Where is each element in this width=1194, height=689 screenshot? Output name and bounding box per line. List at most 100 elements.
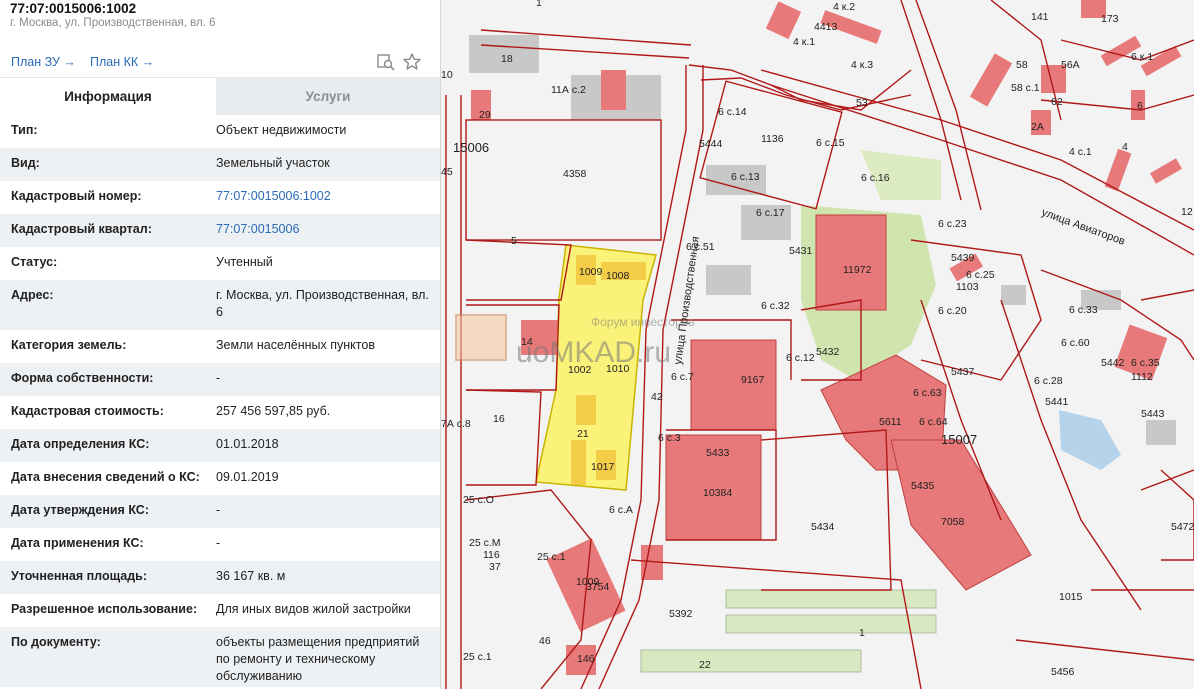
map-label: 5439 [951,252,975,264]
detail-label: Вид: [11,156,40,170]
info-panel: 77:07:0015006:1002 г. Москва, ул. Произв… [0,0,441,689]
map-label: 53 [856,97,868,109]
map-label: 5392 [669,608,693,620]
map-label: 4 к.2 [833,1,855,13]
map-label: 56А [1061,59,1080,71]
map-label: 146 [577,653,595,665]
map-label: 7058 [941,516,965,528]
map-label: 5456 [1051,666,1075,678]
plan-zu-link[interactable]: План ЗУ → [11,55,76,69]
map-label: 6 с.63 [913,387,942,399]
map-label: 6 с.14 [718,106,747,118]
detail-value: 36 167 кв. м [216,569,286,583]
map-label: 29 [479,109,491,121]
detail-label: Дата определения КС: [11,437,150,451]
map-label: 6 с.13 [731,171,760,183]
details-row-kind: Вид: Земельный участок [0,148,440,181]
cadastral-quarter-link[interactable]: 77:07:0015006 [216,214,440,247]
map-label: 5431 [789,245,813,257]
map-label: 10 [441,69,453,81]
map-label: 173 [1101,13,1119,25]
map-label: 2А [1031,121,1044,133]
detail-value: Учтенный [216,255,273,269]
map-label: 5611 [879,416,902,428]
detail-value: 257 456 597,85 руб. [216,404,331,418]
details-row-ownership: Форма собственности: - [0,363,440,396]
plan-kk-link[interactable]: План КК → [90,55,154,69]
quarter-label: 15006 [453,140,489,155]
tab-services[interactable]: Услуги [216,77,440,115]
details-row-cadastral-value: Кадастровая стоимость: 257 456 597,85 ру… [0,396,440,429]
map-label: 5443 [1141,408,1165,420]
map-label: 4413 [814,21,838,33]
map-label: 5472 [1171,521,1194,533]
map-label: 6 с.16 [861,172,890,184]
detail-value: объекты размещения предприятий по ремонт… [216,635,420,683]
star-favorite-icon[interactable] [402,52,422,72]
map-label: 7А с.8 [441,418,471,430]
map-label: 1009 [579,266,603,278]
map-label: 5434 [811,521,835,533]
detail-label: Дата внесения сведений о КС: [11,470,200,484]
map-label: 1 [536,0,542,9]
map-label: 6 с.25 [966,269,995,281]
map-label: 1136 [761,133,784,145]
map-label: 6 с.35 [1131,357,1160,369]
map-label: 6 с.3 [658,432,681,444]
watermark-logo-icon [455,314,507,361]
detail-value: Объект недвижимости [216,123,347,137]
cadastral-map[interactable]: 1 4413 4 к.2 4 к.1 4 к.3 173 141 6 к.1 5… [441,0,1194,689]
detail-value: - [216,371,221,385]
map-label: 4 с.1 [1069,146,1092,158]
watermark-forum-text: Форум инвесторов [591,315,695,329]
map-label: 25 с.1 [537,551,566,563]
detail-value: г. Москва, ул. Производственная, вл. 6 [216,288,429,319]
tab-information[interactable]: Информация [0,77,216,115]
map-label: 141 [1031,11,1049,23]
detail-value: 01.01.2018 [216,437,279,451]
details-row-cadastral-quarter: Кадастровый квартал: 77:07:0015006 [0,214,440,247]
locate-on-map-icon[interactable] [376,52,396,72]
detail-value: Для иных видов жилой застройки [216,602,411,616]
map-label: 6 с.64 [919,416,948,428]
detail-label: Кадастровая стоимость: [11,404,164,418]
map-label: 5432 [816,346,840,358]
detail-label: Тип: [11,123,38,137]
map-label: 5444 [699,138,723,150]
map-label: 58 [1016,59,1028,71]
map-label: 1112 [1131,371,1153,383]
map-label: 6 с.33 [1069,304,1098,316]
detail-value: 09.01.2019 [216,470,279,484]
map-label: 25 с.1 [463,651,492,663]
map-label: 6 с.28 [1034,375,1063,387]
map-label: 5433 [706,447,730,459]
detail-label: По документу: [11,635,101,649]
map-label: 6 к.1 [1131,51,1153,63]
map-label: 4 к.1 [793,36,815,48]
map-label: 18 [501,53,513,65]
map-label: 5442 [1101,357,1125,369]
map-label: 9167 [741,374,765,386]
map-label: 1015 [1059,591,1083,603]
map-label: 6 с.60 [1061,337,1090,349]
map-label: 12 [1181,206,1193,218]
detail-label: Кадастровый квартал: [11,222,152,236]
map-label: 62 [1051,96,1063,108]
map-label: 6 [1137,100,1143,112]
details-row-cadastral-number: Кадастровый номер: 77:07:0015006:1002 [0,181,440,214]
cadastral-number-link[interactable]: 77:07:0015006:1002 [216,181,440,214]
cadastral-number-title: 77:07:0015006:1002 [10,1,137,16]
watermark-site-text: uoMKAD.ru [516,336,671,369]
detail-label: Адрес: [11,288,54,302]
detail-label: Уточненная площадь: [11,569,148,583]
map-label: 37 [489,561,501,573]
details-row-area: Уточненная площадь: 36 167 кв. м [0,561,440,594]
map-label: 5441 [1045,396,1069,408]
details-row-type: Тип: Объект недвижимости [0,115,440,148]
details-table: Тип: Объект недвижимости Вид: Земельный … [0,115,440,687]
detail-value: Земли населённых пунктов [216,338,375,352]
map-label: 1 [859,627,865,639]
detail-label: Дата утверждения КС: [11,503,149,517]
details-row-address: Адрес: г. Москва, ул. Производственная, … [0,280,440,330]
detail-value: Земельный участок [216,156,330,170]
